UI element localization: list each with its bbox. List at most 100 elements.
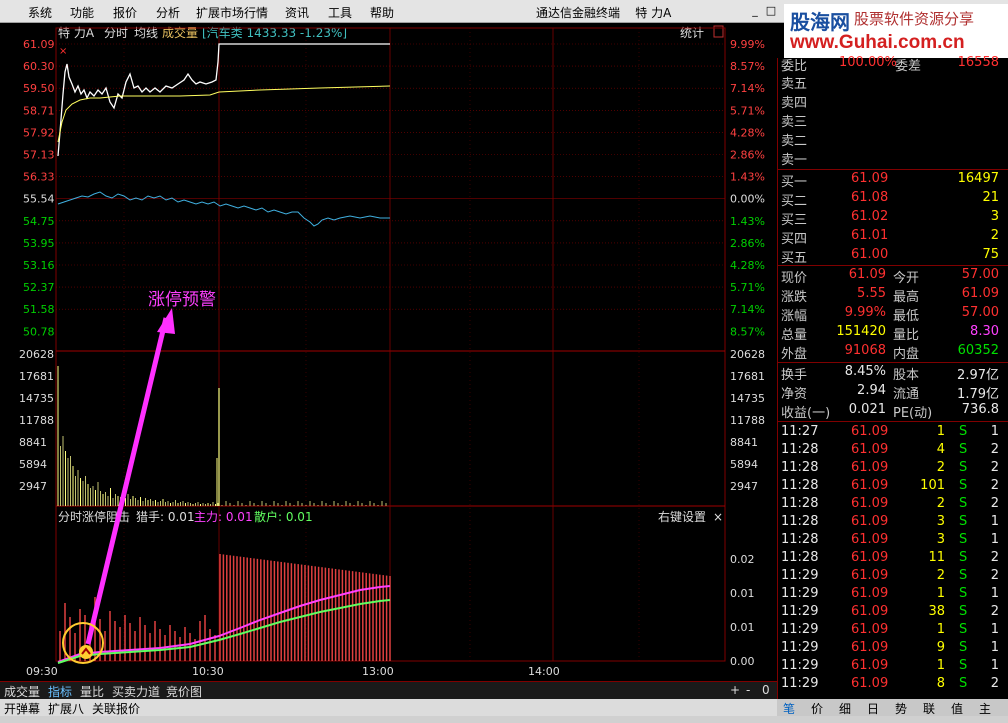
menu-function[interactable]: 功能 — [70, 4, 94, 21]
tab-volume-bottom[interactable]: 成交量 — [4, 683, 40, 699]
volume-tick-label: 8841 — [19, 436, 47, 449]
tick-count: 2 — [990, 550, 999, 565]
buy-label: 买一 — [781, 175, 808, 190]
tab-link[interactable]: 联 — [923, 700, 935, 717]
tick-count: 2 — [990, 442, 999, 457]
volume-tick-label-right: 20628 — [730, 348, 765, 361]
tick-row: 11:28 61.09 101 S 2 — [781, 478, 1003, 496]
tick-price: 61.09 — [851, 604, 889, 619]
quote-cell: 57.00 — [961, 305, 999, 320]
tick-side: S — [959, 496, 968, 511]
tick-volume: 2 — [936, 568, 945, 583]
tick-price: 61.09 — [851, 568, 889, 583]
menu-system[interactable]: 系统 — [28, 4, 52, 21]
tab-main[interactable]: 主 — [979, 700, 991, 717]
sell-row: 卖五 — [781, 73, 1003, 92]
tab-volume-ratio[interactable]: 量比 — [80, 683, 104, 699]
tab-trend[interactable]: 势 — [895, 700, 907, 717]
volume-tick-label: 2947 — [19, 480, 47, 493]
tab-indicator[interactable]: 指标 — [48, 683, 72, 699]
menu-extended-market[interactable]: 扩展市场行情 — [196, 4, 268, 21]
tick-side: S — [959, 604, 968, 619]
logo-main-text: 股海网 — [790, 10, 850, 34]
tab-buy-sell-power[interactable]: 买卖力道 — [112, 683, 160, 699]
tick-time: 11:29 — [781, 622, 819, 637]
tick-count: 1 — [990, 640, 999, 655]
reset-button[interactable]: 0 — [762, 683, 770, 699]
pct-tick-label: 2.86% — [730, 149, 765, 162]
quote-cell: 总量 — [781, 328, 808, 343]
menu-tools[interactable]: 工具 — [328, 4, 352, 21]
zoom-out-button[interactable]: - — [746, 683, 750, 699]
volume-bars — [57, 366, 387, 506]
quote-cell: 0.021 — [848, 402, 886, 417]
pct-tick-label: 4.28% — [730, 259, 765, 272]
tick-time: 11:28 — [781, 550, 819, 565]
price-tick-label: 50.78 — [23, 325, 55, 338]
buy-volume: 3 — [990, 209, 999, 224]
price-tick-label: 57.13 — [23, 149, 55, 162]
minimize-icon[interactable]: _ — [748, 4, 762, 17]
indicator-settings[interactable]: 右键设置 — [658, 509, 706, 524]
time-tick-label: 10:30 — [192, 665, 224, 678]
price-tick-label: 53.95 — [23, 237, 55, 250]
tick-volume: 38 — [928, 604, 945, 619]
menu-info[interactable]: 资讯 — [285, 4, 309, 21]
sell-row: 卖一 — [781, 149, 1003, 168]
quote-cell: 57.00 — [961, 267, 999, 282]
menu-analysis[interactable]: 分析 — [156, 4, 180, 21]
buy-row: 买三 61.02 3 — [781, 209, 1003, 228]
quote-panel: 委比 100.00% 委差 16558 卖五 卖四 卖三 卖二 卖一 买一 61.09 16497 买二… — [777, 55, 1008, 700]
tab-day[interactable]: 日 — [867, 700, 879, 717]
quote-cell: 量比 — [893, 328, 920, 343]
tick-count: 1 — [990, 586, 999, 601]
tick-volume: 9 — [936, 640, 945, 655]
buy-row: 买二 61.08 21 — [781, 190, 1003, 209]
buy-price: 61.08 — [851, 190, 889, 205]
tick-volume: 1 — [936, 658, 945, 673]
volume-tick-label: 11788 — [19, 414, 54, 427]
logo-url-text: www.Guhai.com.cn — [790, 32, 965, 53]
sector-index: [汽车类 1433.33 -1.23%] — [202, 25, 347, 40]
intraday-chart[interactable]: 特 力A 分时 均线 成交量 [汽车类 1433.33 -1.23%] 统计 6… — [0, 22, 777, 681]
buy-price: 61.01 — [851, 228, 889, 243]
volume-tick-label-right: 2947 — [730, 480, 758, 493]
tick-time: 11:27 — [781, 424, 819, 439]
tick-count: 2 — [990, 460, 999, 475]
tab-trade[interactable]: 笔 — [783, 700, 795, 717]
stat-row: 涨幅 9.99% 最低 57.00 — [781, 305, 1003, 324]
tick-price: 61.09 — [851, 532, 889, 547]
tab-detail[interactable]: 细 — [839, 700, 851, 717]
danmu-button[interactable]: 开弹幕 — [4, 700, 40, 717]
limit-up-marker-icon[interactable] — [79, 645, 93, 659]
quote-cell: 736.8 — [961, 402, 999, 417]
quote-cell: 外盘 — [781, 347, 808, 362]
divider — [778, 265, 1008, 266]
tab-volume[interactable]: 成交量 — [162, 25, 198, 40]
tick-price: 61.09 — [851, 586, 889, 601]
tab-value[interactable]: 值 — [951, 700, 963, 717]
menu-help[interactable]: 帮助 — [370, 4, 394, 21]
extend-eight-button[interactable]: 扩展八 — [48, 700, 84, 717]
price-tick-label: 53.16 — [23, 259, 55, 272]
menu-quote[interactable]: 报价 — [113, 4, 137, 21]
tick-side: S — [959, 676, 968, 691]
tab-auction[interactable]: 竞价图 — [166, 683, 202, 699]
tick-volume: 1 — [936, 424, 945, 439]
quote-cell: 收益(一) — [781, 406, 831, 421]
tick-side: S — [959, 424, 968, 439]
quote-cell: 60352 — [957, 343, 999, 358]
pct-tick-label: 5.71% — [730, 281, 765, 294]
quote-cell: 151420 — [836, 324, 886, 339]
tick-volume: 11 — [928, 550, 945, 565]
zoom-in-button[interactable]: + — [730, 683, 740, 699]
sell-label: 卖五 — [781, 77, 808, 92]
indicator-close-icon[interactable]: × — [713, 510, 723, 524]
quote-cell: 8.30 — [970, 324, 999, 339]
tab-price[interactable]: 价 — [811, 700, 823, 717]
maximize-icon[interactable]: □ — [764, 4, 778, 17]
close-mark-icon[interactable]: × — [59, 46, 67, 57]
related-quote-button[interactable]: 关联报价 — [92, 700, 140, 717]
price-tick-label: 57.92 — [23, 126, 55, 139]
stock-name: 特 力A — [58, 25, 95, 40]
